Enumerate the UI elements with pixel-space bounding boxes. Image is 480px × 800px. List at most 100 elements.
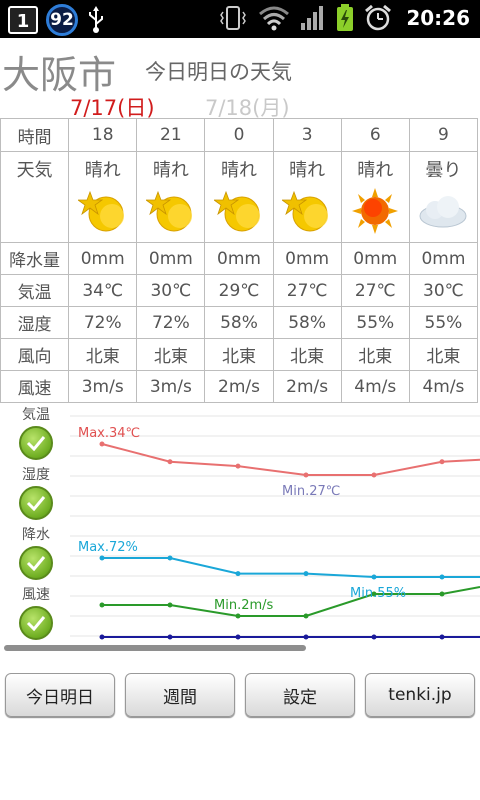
data-point xyxy=(303,634,309,640)
rain-cell: 0mm xyxy=(136,242,206,275)
notification-count: 1 xyxy=(16,11,30,32)
row-label-sky: 天気 xyxy=(0,151,70,243)
time-cell: 9 xyxy=(408,118,479,152)
time-cell: 6 xyxy=(340,118,410,152)
data-point xyxy=(99,441,105,447)
data-point xyxy=(167,459,173,465)
sky-cell: 晴れ xyxy=(204,151,274,243)
data-point xyxy=(167,555,173,561)
data-point xyxy=(167,634,173,640)
data-point xyxy=(439,574,445,580)
sun-icon xyxy=(352,188,399,234)
checkbox-icon[interactable] xyxy=(19,606,53,640)
sun-moon-icon xyxy=(282,190,329,232)
checkbox-icon[interactable] xyxy=(19,486,53,520)
notification-icon[interactable]: 1 xyxy=(8,6,38,34)
wind-min-label: Min.2m/s xyxy=(214,598,274,613)
data-point xyxy=(99,602,105,608)
temp-cell: 27℃ xyxy=(272,274,342,307)
rain-cell: 0mm xyxy=(408,242,479,275)
wind-speed-cell: 2m/s xyxy=(204,370,274,403)
time-cell: 21 xyxy=(136,118,206,152)
wind-dir-cell: 北東 xyxy=(136,338,206,371)
today-tomorrow-button[interactable]: 今日明日 xyxy=(5,673,115,717)
wind-dir-cell: 北東 xyxy=(204,338,274,371)
row-label-wind-speed: 風速 xyxy=(0,370,70,403)
humidity-cell: 58% xyxy=(272,306,342,339)
settings-button[interactable]: 設定 xyxy=(245,673,355,717)
sky-text: 曇り xyxy=(425,160,462,181)
checkbox-icon[interactable] xyxy=(19,426,53,460)
data-point xyxy=(371,574,377,580)
sun-moon-icon xyxy=(77,190,124,232)
humidity-cell: 55% xyxy=(408,306,479,339)
time-cell: 18 xyxy=(68,118,138,152)
rain-cell: 0mm xyxy=(204,242,274,275)
status-bar: 1 92 20:26 xyxy=(0,0,480,38)
row-label-humidity: 湿度 xyxy=(0,306,70,339)
temp-cell: 30℃ xyxy=(408,274,479,307)
temp-max-label: Max.34℃ xyxy=(78,426,140,441)
table-row-wind-speed: 風速 3m/s 3m/s 2m/s 2m/s 4m/s 4m/s xyxy=(0,370,479,403)
row-label-rain: 降水量 xyxy=(0,242,70,275)
legend-rain[interactable]: 降水 xyxy=(14,524,58,580)
legend-humidity[interactable]: 湿度 xyxy=(14,464,58,520)
wind-speed-cell: 3m/s xyxy=(136,370,206,403)
signal-icon xyxy=(301,6,324,30)
legend-label: 風速 xyxy=(22,587,50,603)
sun-moon-icon xyxy=(213,190,260,232)
wifi-icon xyxy=(259,6,290,31)
legend-label: 湿度 xyxy=(22,467,50,483)
humidity-cell: 72% xyxy=(68,306,138,339)
wind-speed-cell: 4m/s xyxy=(340,370,410,403)
humidity-cell: 58% xyxy=(204,306,274,339)
data-point xyxy=(99,555,105,561)
data-point xyxy=(371,472,377,478)
alarm-icon xyxy=(365,4,392,31)
sky-cell: 晴れ xyxy=(68,151,138,243)
data-point xyxy=(99,634,105,640)
clock: 20:26 xyxy=(406,6,470,30)
series-line xyxy=(101,443,480,476)
time-cell: 3 xyxy=(272,118,342,152)
horizontal-scrollbar[interactable] xyxy=(4,645,306,651)
row-label-wind-dir: 風向 xyxy=(0,338,70,371)
data-point xyxy=(303,571,309,577)
battery-charging-icon xyxy=(337,4,354,31)
data-point xyxy=(439,634,445,640)
data-point xyxy=(303,472,309,478)
rain-cell: 0mm xyxy=(68,242,138,275)
tenki-jp-button[interactable]: tenki.jp xyxy=(365,673,475,717)
series-line xyxy=(102,586,480,617)
weekly-button[interactable]: 週間 xyxy=(125,673,235,717)
rain-cell: 0mm xyxy=(272,242,342,275)
wind-dir-cell: 北東 xyxy=(272,338,342,371)
page-title: 今日明日の天気 xyxy=(145,60,292,84)
legend-wind[interactable]: 風速 xyxy=(14,584,58,640)
data-point xyxy=(235,613,241,619)
sky-cell: 晴れ xyxy=(272,151,342,243)
time-cell: 0 xyxy=(204,118,274,152)
weather-graph[interactable]: Max.34℃ Min.27℃ Max.72% Min.55% Min.2m/s xyxy=(70,402,480,650)
wind-dir-cell: 北東 xyxy=(340,338,410,371)
data-point xyxy=(235,634,241,640)
legend-temp[interactable]: 気温 xyxy=(14,404,58,460)
sky-text: 晴れ xyxy=(152,160,189,181)
temp-cell: 30℃ xyxy=(136,274,206,307)
usb-icon xyxy=(89,6,103,33)
table-row-time: 時間 18 21 0 3 6 9 xyxy=(0,118,479,152)
humidity-cell: 55% xyxy=(340,306,410,339)
row-label-temp: 気温 xyxy=(0,274,70,307)
city-name: 大阪市 xyxy=(2,53,117,97)
data-point xyxy=(235,571,241,577)
data-point xyxy=(167,602,173,608)
wind-speed-cell: 4m/s xyxy=(408,370,479,403)
humidity-cell: 72% xyxy=(136,306,206,339)
wind-speed-cell: 3m/s xyxy=(68,370,138,403)
sky-text: 晴れ xyxy=(84,160,121,181)
sky-text: 晴れ xyxy=(220,160,257,181)
checkbox-icon[interactable] xyxy=(19,546,53,580)
legend-label: 気温 xyxy=(22,407,50,423)
table-row-sky: 天気 晴れ 晴れ 晴れ 晴れ 晴れ 曇り xyxy=(0,151,479,243)
table-row-humidity: 湿度 72% 72% 58% 58% 55% 55% xyxy=(0,306,479,339)
